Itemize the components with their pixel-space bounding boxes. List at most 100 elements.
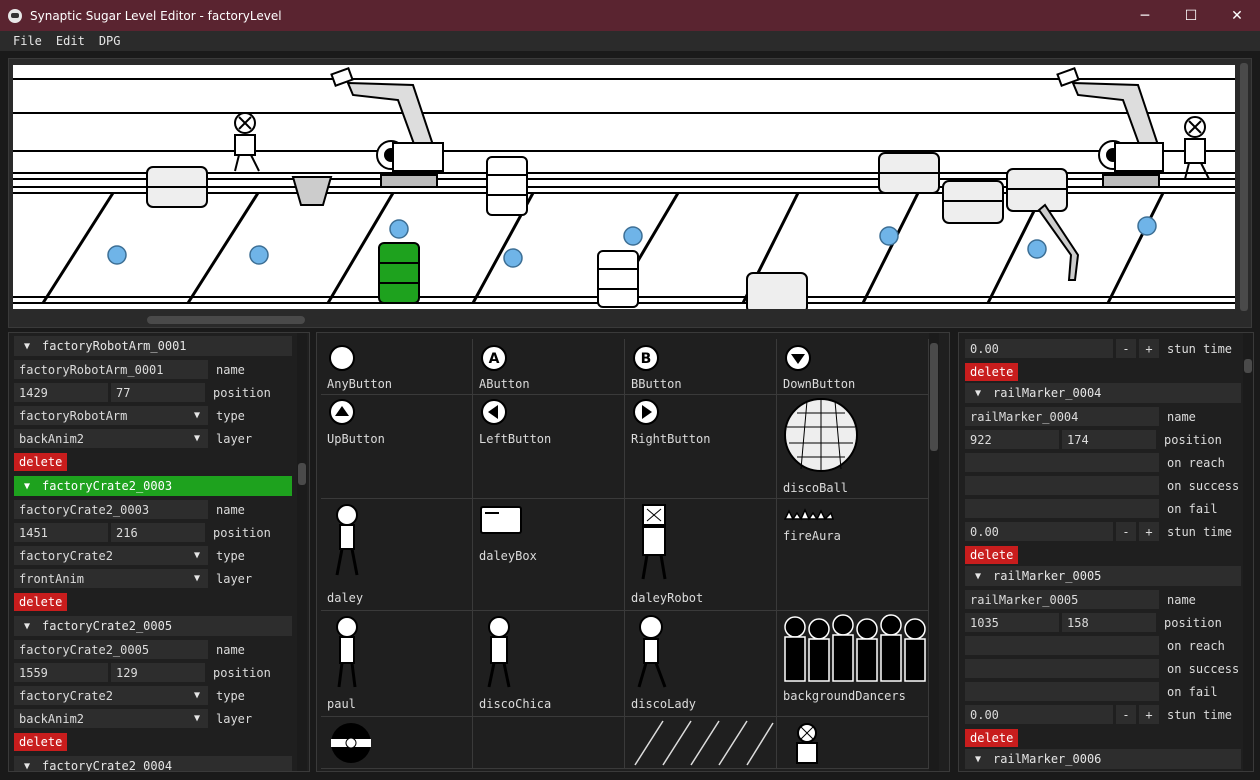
- svg-text:B: B: [641, 351, 652, 367]
- asset-daleybox[interactable]: daleyBox: [473, 499, 625, 611]
- a-button-icon: A: [481, 345, 507, 371]
- window-controls: ─ ☐ ✕: [1122, 0, 1260, 31]
- asset-stripes[interactable]: [625, 717, 777, 769]
- on-reach-label: on reach: [1167, 455, 1225, 470]
- rail-panel-scrollbar[interactable]: [1243, 333, 1253, 771]
- entity-name-field[interactable]: factoryRobotArm_0001: [14, 360, 208, 379]
- circle-button-icon: [329, 345, 355, 371]
- on-reach-field[interactable]: [965, 636, 1159, 655]
- stun-time-label: stun time: [1167, 341, 1233, 356]
- entity-name-field[interactable]: factoryCrate2_0003: [14, 500, 208, 519]
- position-x-field[interactable]: 1451: [14, 523, 108, 542]
- decrement-button[interactable]: -: [1116, 705, 1136, 724]
- increment-button[interactable]: +: [1139, 522, 1159, 541]
- menu-dpg[interactable]: DPG: [92, 34, 128, 48]
- collapse-triangle-icon: ▼: [975, 387, 982, 399]
- asset-upbutton[interactable]: UpButton: [321, 395, 473, 499]
- robot-icon: [641, 504, 667, 580]
- rail-marker-header[interactable]: ▼ railMarker_0005: [965, 566, 1241, 586]
- entity-header[interactable]: ▼ factoryRobotArm_0001: [14, 336, 292, 356]
- left-button-icon: [481, 399, 507, 425]
- layer-dropdown[interactable]: frontAnim ▼: [14, 569, 208, 588]
- delete-button[interactable]: delete: [14, 592, 68, 611]
- decrement-button[interactable]: -: [1116, 339, 1136, 358]
- increment-button[interactable]: +: [1139, 339, 1159, 358]
- asset-downbutton[interactable]: DownButton: [777, 339, 929, 395]
- asset-robot-small[interactable]: [777, 717, 929, 769]
- position-y-field[interactable]: 216: [111, 523, 205, 542]
- position-x-field[interactable]: 1559: [14, 663, 108, 682]
- asset-record[interactable]: [321, 717, 473, 769]
- menu-edit[interactable]: Edit: [49, 34, 92, 48]
- asset-bbutton[interactable]: B BButton: [625, 339, 777, 395]
- asset-discolady[interactable]: discoLady: [625, 611, 777, 717]
- entity-header-selected[interactable]: ▼ factoryCrate2_0003: [14, 476, 292, 496]
- rail-marker-header[interactable]: ▼ railMarker_0006: [965, 749, 1241, 769]
- asset-discoball[interactable]: discoBall: [777, 395, 929, 499]
- delete-button[interactable]: delete: [965, 362, 1019, 381]
- type-dropdown[interactable]: factoryCrate2 ▼: [14, 546, 208, 565]
- position-y-field[interactable]: 158: [1062, 613, 1156, 632]
- name-label: name: [1167, 592, 1196, 607]
- stun-time-field[interactable]: 0.00: [965, 705, 1113, 724]
- minimize-button[interactable]: ─: [1122, 0, 1168, 31]
- level-canvas[interactable]: [13, 65, 1235, 309]
- asset-grid: AnyButton A AButton B BButton DownButton…: [321, 339, 929, 769]
- viewport-horizontal-scrollbar[interactable]: [13, 315, 1235, 325]
- entity-header[interactable]: ▼ factoryCrate2_0005: [14, 616, 292, 636]
- layer-dropdown[interactable]: backAnim2 ▼: [14, 429, 208, 448]
- record-icon: [331, 723, 371, 763]
- on-fail-field[interactable]: [965, 499, 1159, 518]
- rail-marker-header[interactable]: ▼ railMarker_0004: [965, 383, 1241, 403]
- decrement-button[interactable]: -: [1116, 522, 1136, 541]
- entity-panel-scrollbar[interactable]: [297, 333, 307, 771]
- close-button[interactable]: ✕: [1214, 0, 1260, 31]
- entity-name-field[interactable]: factoryCrate2_0005: [14, 640, 208, 659]
- asset-fireaura[interactable]: fireAura: [777, 499, 929, 611]
- asset-panel-scrollbar[interactable]: [929, 333, 939, 771]
- entity-header[interactable]: ▼ factoryCrate2_0004: [14, 756, 292, 771]
- on-success-field[interactable]: [965, 659, 1159, 678]
- on-fail-label: on fail: [1167, 501, 1218, 516]
- asset-empty[interactable]: [473, 717, 625, 769]
- position-y-field[interactable]: 129: [111, 663, 205, 682]
- disco-ball-icon: [784, 398, 858, 472]
- delete-button[interactable]: delete: [14, 732, 68, 751]
- up-button-icon: [329, 399, 355, 425]
- window-title: Synaptic Sugar Level Editor - factoryLev…: [30, 8, 282, 23]
- on-success-field[interactable]: [965, 476, 1159, 495]
- position-x-field[interactable]: 1429: [14, 383, 108, 402]
- delete-button[interactable]: delete: [965, 545, 1019, 564]
- layer-dropdown[interactable]: backAnim2 ▼: [14, 709, 208, 728]
- delete-button[interactable]: delete: [965, 728, 1019, 747]
- asset-paul[interactable]: paul: [321, 611, 473, 717]
- level-viewport[interactable]: [8, 58, 1252, 328]
- increment-button[interactable]: +: [1139, 705, 1159, 724]
- stun-time-field[interactable]: 0.00: [965, 339, 1113, 358]
- on-fail-field[interactable]: [965, 682, 1159, 701]
- asset-discochica[interactable]: discoChica: [473, 611, 625, 717]
- position-x-field[interactable]: 922: [965, 430, 1059, 449]
- type-dropdown[interactable]: factoryRobotArm ▼: [14, 406, 208, 425]
- asset-leftbutton[interactable]: LeftButton: [473, 395, 625, 499]
- asset-backgrounddancers[interactable]: backgroundDancers: [777, 611, 929, 717]
- marker-name-field[interactable]: railMarker_0004: [965, 407, 1159, 426]
- type-label: type: [216, 408, 245, 423]
- asset-daley[interactable]: daley: [321, 499, 473, 611]
- stun-time-field[interactable]: 0.00: [965, 522, 1113, 541]
- asset-abutton[interactable]: A AButton: [473, 339, 625, 395]
- delete-button[interactable]: delete: [14, 452, 68, 471]
- position-y-field[interactable]: 174: [1062, 430, 1156, 449]
- type-dropdown[interactable]: factoryCrate2 ▼: [14, 686, 208, 705]
- asset-daleyrobot[interactable]: daleyRobot: [625, 499, 777, 611]
- position-y-field[interactable]: 77: [111, 383, 205, 402]
- name-label: name: [1167, 409, 1196, 424]
- on-reach-field[interactable]: [965, 453, 1159, 472]
- marker-name-field[interactable]: railMarker_0005: [965, 590, 1159, 609]
- viewport-vertical-scrollbar[interactable]: [1239, 63, 1249, 323]
- asset-rightbutton[interactable]: RightButton: [625, 395, 777, 499]
- maximize-button[interactable]: ☐: [1168, 0, 1214, 31]
- menu-file[interactable]: File: [6, 34, 49, 48]
- asset-anybutton[interactable]: AnyButton: [321, 339, 473, 395]
- position-x-field[interactable]: 1035: [965, 613, 1059, 632]
